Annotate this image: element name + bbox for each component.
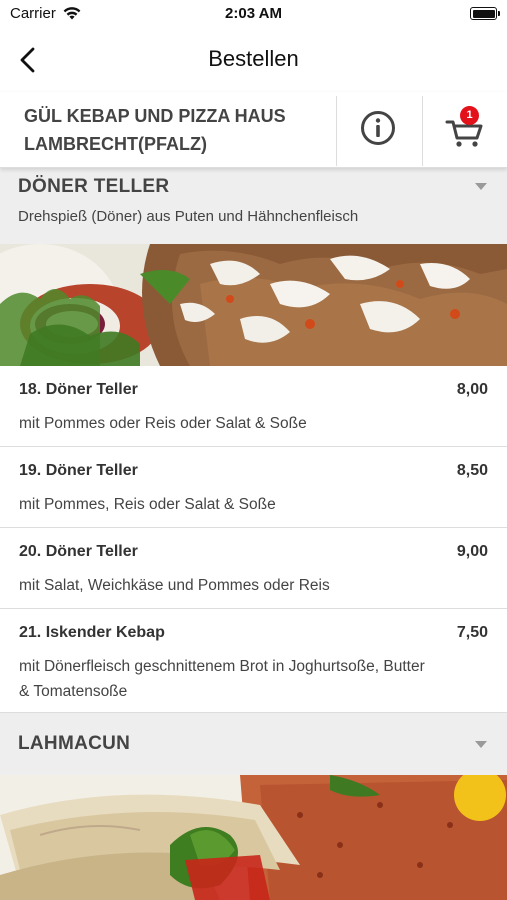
navigation-bar: Bestellen	[0, 28, 507, 92]
item-price: 8,50	[456, 462, 488, 479]
item-price: 9,00	[456, 543, 488, 560]
category-description: Drehspieß (Döner) aus Puten und Hähnchen…	[18, 208, 359, 225]
restaurant-header: GÜL KEBAP UND PIZZA HAUS LAMBRECHT(PFALZ…	[0, 92, 507, 168]
category-image-lahmacun	[0, 775, 507, 900]
restaurant-name-line2: LAMBRECHT(PFALZ)	[24, 134, 207, 154]
cart-button[interactable]: 1	[444, 106, 486, 148]
chevron-down-icon	[475, 183, 487, 190]
chevron-down-icon	[475, 741, 487, 748]
item-description: mit Dönerfleisch geschnittenem Brot in J…	[19, 658, 425, 700]
menu-item[interactable]: 21. Iskender Kebap 7,50 mit Dönerfleisch…	[0, 609, 507, 713]
item-name: 18. Döner Teller	[19, 381, 138, 398]
category-title: DÖNER TELLER	[18, 176, 170, 197]
menu-item[interactable]: 18. Döner Teller 8,00 mit Pommes oder Re…	[0, 366, 507, 447]
restaurant-name: GÜL KEBAP UND PIZZA HAUS LAMBRECHT(PFALZ…	[24, 102, 324, 158]
menu-item[interactable]: 20. Döner Teller 9,00 mit Salat, Weichkä…	[0, 528, 507, 609]
menu-item[interactable]: 19. Döner Teller 8,50 mit Pommes, Reis o…	[0, 447, 507, 528]
info-icon	[361, 111, 395, 145]
item-name: 21. Iskender Kebap	[19, 624, 165, 641]
divider	[422, 96, 423, 166]
item-name: 19. Döner Teller	[19, 462, 138, 479]
category-image-doener	[0, 244, 507, 366]
battery-icon	[470, 7, 500, 20]
item-description: mit Pommes oder Reis oder Salat & Soße	[19, 415, 307, 432]
item-description: mit Salat, Weichkäse und Pommes oder Rei…	[19, 577, 330, 594]
cart-count-badge: 1	[460, 106, 479, 125]
restaurant-name-line1: GÜL KEBAP UND PIZZA HAUS	[24, 106, 286, 126]
category-header-lahmacun[interactable]: LAHMACUN	[0, 713, 507, 775]
page-title: Bestellen	[208, 46, 299, 71]
status-bar: Carrier 2:03 AM	[0, 0, 507, 28]
item-description: mit Pommes, Reis oder Salat & Soße	[19, 496, 276, 513]
item-price: 8,00	[456, 381, 488, 398]
category-title: LAHMACUN	[18, 733, 131, 754]
item-price: 7,50	[456, 624, 488, 641]
category-header-doener-teller[interactable]: DÖNER TELLER Drehspieß (Döner) aus Puten…	[0, 168, 507, 244]
info-button[interactable]	[360, 110, 396, 146]
status-time: 2:03 AM	[225, 5, 282, 22]
item-name: 20. Döner Teller	[19, 543, 138, 560]
divider	[336, 96, 337, 166]
